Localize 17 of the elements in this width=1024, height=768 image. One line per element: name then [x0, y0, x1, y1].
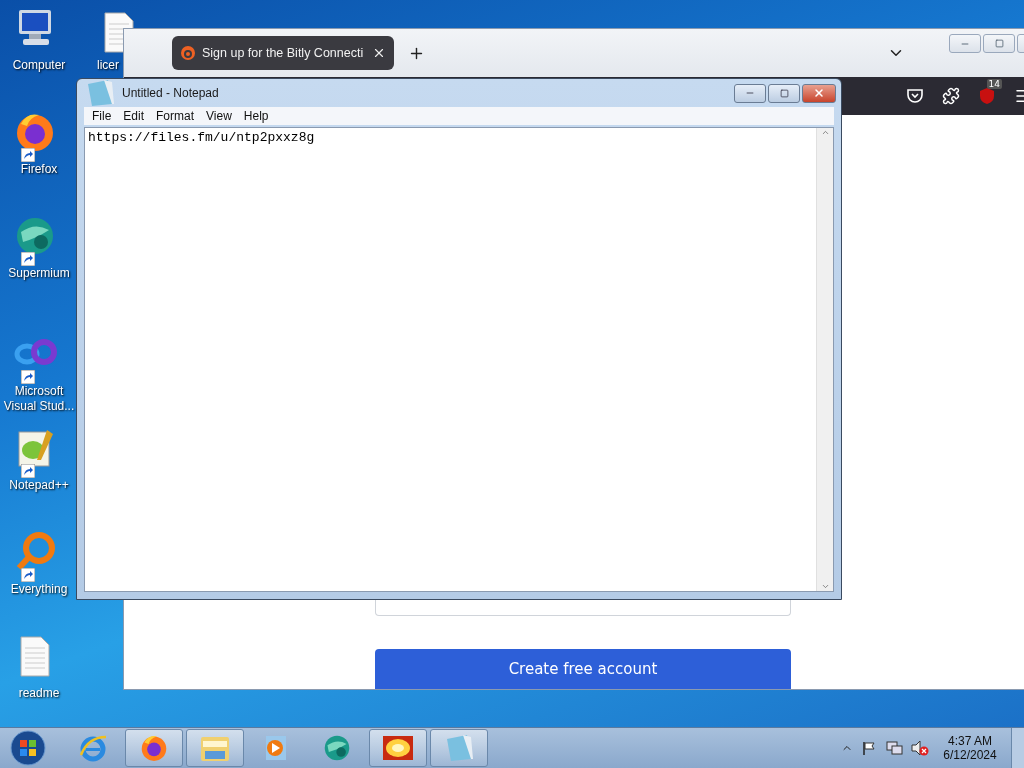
menu-item[interactable]: Edit — [117, 109, 151, 123]
text-content: https://files.fm/u/ntp2pxxz8g — [87, 129, 316, 147]
desktop-icon-label[interactable]: Supermium — [8, 266, 70, 281]
menu-item[interactable]: Help — [237, 109, 275, 123]
desktop-icon-label[interactable]: licer — [97, 58, 119, 73]
menu-item[interactable]: View — [200, 109, 238, 123]
window-title: Untitled - Notepad — [122, 86, 220, 100]
clock[interactable]: 4:37 AM 6/12/2024 — [937, 734, 1003, 762]
browser-tab[interactable]: Sign up for the Bitly Connecti — [172, 36, 394, 71]
create-account-button[interactable]: Create free account — [375, 649, 791, 689]
menu-item[interactable]: File — [86, 109, 118, 123]
desktop-icon-label[interactable]: Microsoft Visual Stud... — [0, 384, 78, 414]
desktop-icon-label[interactable]: Computer — [12, 58, 66, 73]
desktop-icon-label[interactable]: Notepad++ — [9, 478, 69, 493]
extension-badge: 14 — [986, 79, 1002, 90]
desktop-icon-label[interactable]: Firefox — [20, 162, 58, 177]
menu-item[interactable]: Format — [150, 109, 201, 123]
